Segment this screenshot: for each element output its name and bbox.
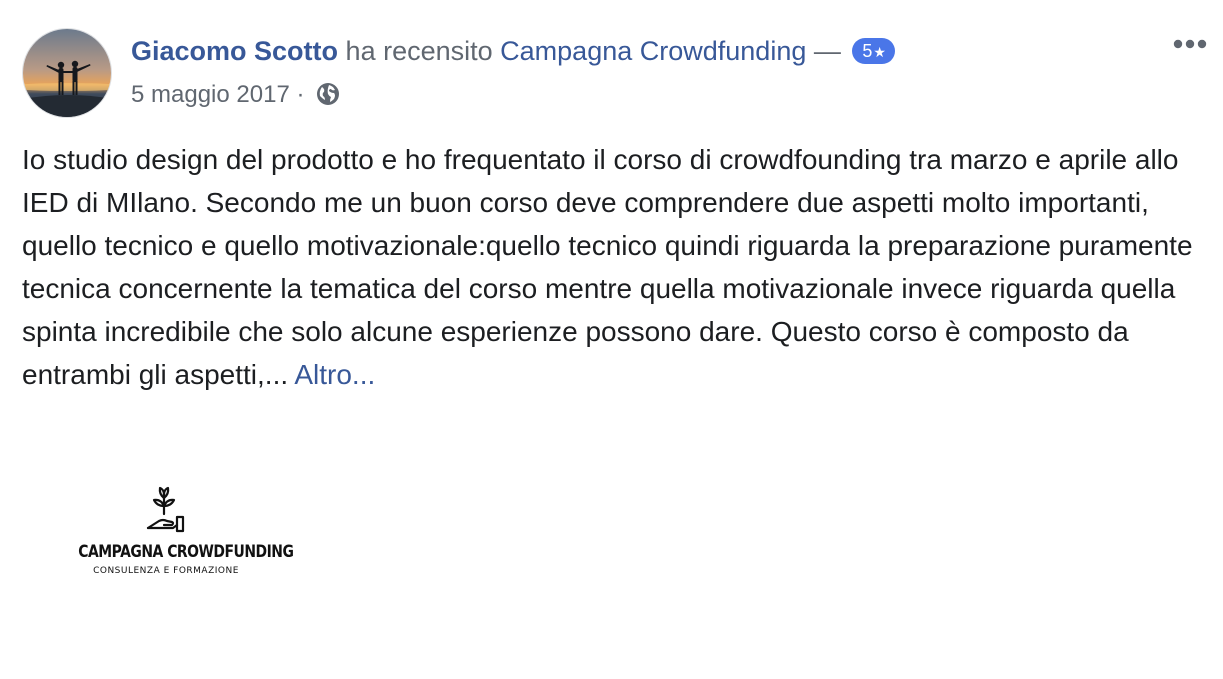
post-meta: 5 maggio 2017 · — [131, 77, 341, 113]
logo-subtitle: CONSULENZA E FORMAZIONE — [93, 566, 239, 576]
avatar-photo — [23, 29, 111, 117]
review-header: Giacomo Scotto ha recensito Campagna Cro… — [131, 32, 895, 70]
review-post: Giacomo Scotto ha recensito Campagna Cro… — [0, 0, 1223, 679]
hand-plant-icon — [146, 486, 185, 533]
page-logo[interactable]: CAMPAGNA CROWDFUNDING CONSULENZA E FORMA… — [55, 484, 294, 584]
globe-icon[interactable] — [315, 81, 341, 107]
rating-badge[interactable]: 5★ — [852, 38, 895, 64]
meta-separator: · — [296, 81, 305, 108]
review-body: Io studio design del prodotto e ho frequ… — [22, 144, 1193, 390]
more-options-button[interactable] — [1168, 30, 1212, 60]
star-icon: ★ — [873, 44, 886, 60]
author-name[interactable]: Giacomo Scotto — [131, 36, 338, 66]
more-options-icon — [1173, 39, 1207, 49]
post-date[interactable]: 5 maggio 2017 — [131, 81, 290, 108]
review-text: Io studio design del prodotto e ho frequ… — [22, 138, 1207, 396]
page-link[interactable]: Campagna Crowdfunding — [500, 36, 806, 66]
see-more-link[interactable]: Altro... — [294, 359, 375, 390]
logo-title: CAMPAGNA CROWDFUNDING — [78, 542, 294, 562]
rating-value: 5 — [862, 41, 873, 61]
action-text: ha recensito — [345, 36, 493, 66]
dash-separator: — — [813, 36, 841, 66]
avatar[interactable] — [22, 28, 112, 118]
